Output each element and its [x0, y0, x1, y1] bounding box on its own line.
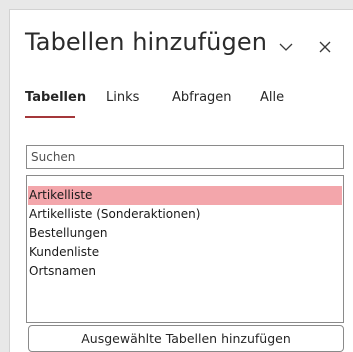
tab-tabellen[interactable]: Tabellen	[25, 90, 86, 105]
search-input[interactable]: Suchen	[26, 145, 344, 169]
list-item-bestellungen[interactable]: Bestellungen	[28, 224, 342, 243]
tab-abfragen[interactable]: Abfragen	[172, 90, 232, 105]
add-tables-pane: Tabellen hinzufügen Tabellen Links Abfra…	[9, 9, 353, 352]
list-item-artikelliste[interactable]: Artikelliste	[28, 186, 342, 205]
list-item-kundenliste[interactable]: Kundenliste	[28, 243, 342, 262]
close-icon[interactable]	[314, 36, 336, 58]
add-selected-tables-button[interactable]: Ausgewählte Tabellen hinzufügen	[28, 325, 344, 352]
table-list[interactable]: Artikelliste Artikelliste (Sonderaktione…	[26, 175, 344, 323]
tab-alle[interactable]: Alle	[260, 90, 284, 105]
pane-title: Tabellen hinzufügen	[25, 28, 268, 56]
chevron-down-icon[interactable]	[275, 36, 297, 58]
list-item-ortsnamen[interactable]: Ortsnamen	[28, 262, 342, 281]
active-tab-indicator	[25, 116, 75, 118]
list-item-artikelliste-sonderaktionen[interactable]: Artikelliste (Sonderaktionen)	[28, 205, 342, 224]
tab-links[interactable]: Links	[106, 90, 139, 105]
